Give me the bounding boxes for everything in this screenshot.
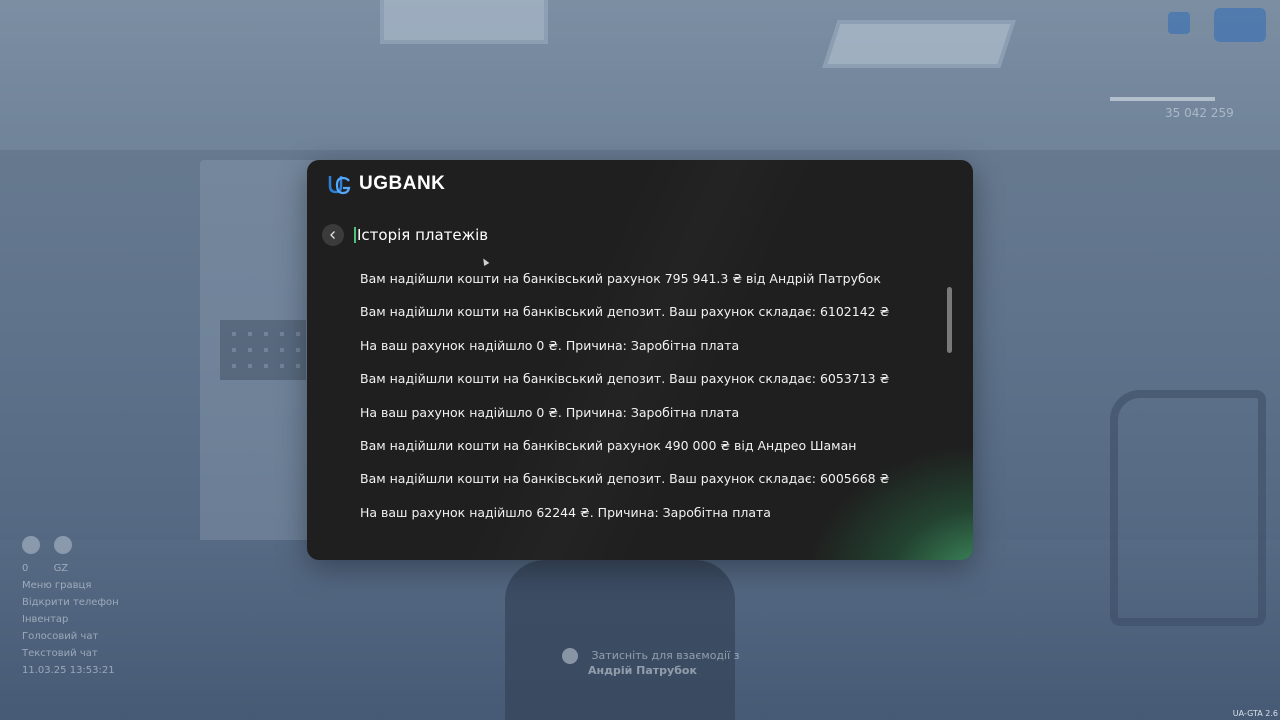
page-header: Історія платежів xyxy=(322,224,488,246)
chair xyxy=(1110,390,1266,626)
mic-icon xyxy=(22,536,40,554)
game-version: UA-GTA 2.6 xyxy=(1232,709,1278,718)
list-item: На ваш рахунок надійшло 62244 ₴. Причина… xyxy=(360,504,771,520)
list-item: Вам надійшли кошти на банківський депози… xyxy=(360,371,890,387)
key-icon xyxy=(562,648,578,664)
money-display: 35 042 259 xyxy=(1165,106,1234,120)
hud-datetime: 11.03.25 13:53:21 xyxy=(22,665,115,676)
hud-menu-item: Текстовий чат xyxy=(22,648,98,659)
gang-icon xyxy=(54,536,72,554)
interaction-prompt: Затисніть для взаємодії з Андрій Патрубо… xyxy=(562,648,739,678)
interaction-hint: Затисніть для взаємодії з xyxy=(591,649,740,662)
counter-value: 0 xyxy=(22,563,29,574)
list-item: Вам надійшли кошти на банківський рахуно… xyxy=(360,437,857,453)
hud-menu-item: Інвентар xyxy=(22,614,69,625)
hud-counter-labels: 0 GZ xyxy=(22,563,222,574)
wall-panel xyxy=(220,320,306,380)
interaction-target: Андрій Патрубок xyxy=(588,664,697,677)
brand: UGBANK xyxy=(327,172,445,196)
back-button[interactable] xyxy=(322,224,344,246)
bank-modal: UGBANK Історія платежів Вам надійшли кош… xyxy=(307,160,973,560)
list-item: Вам надійшли кошти на банківський рахуно… xyxy=(360,271,881,286)
hud-menu-item: Меню гравця xyxy=(22,580,92,591)
brand-name: UGBANK xyxy=(359,173,446,194)
hud-menu-item: Відкрити телефон xyxy=(22,597,119,608)
ugbank-logo-icon xyxy=(328,176,351,195)
transactions-list[interactable]: Вам надійшли кошти на банківський рахуно… xyxy=(360,271,930,539)
server-logo-icon xyxy=(1168,12,1190,34)
player-character xyxy=(505,560,735,720)
list-item: Вам надійшли кошти на банківський депози… xyxy=(360,471,890,487)
hud-hotkeys: 0 GZ Меню гравця Відкрити телефон Інвент… xyxy=(22,530,222,682)
hud-counters xyxy=(22,536,222,557)
hud-menu-item: Голосовий чат xyxy=(22,631,99,642)
ceiling-light xyxy=(822,20,1016,68)
health-bar xyxy=(1110,97,1215,101)
scrollbar-thumb[interactable] xyxy=(947,287,952,353)
list-item: На ваш рахунок надійшло 0 ₴. Причина: За… xyxy=(360,337,740,353)
counter-value: GZ xyxy=(53,563,69,574)
ceiling xyxy=(0,0,1280,150)
chevron-left-icon xyxy=(330,231,335,239)
list-item: Вам надійшли кошти на банківський депози… xyxy=(360,304,890,320)
page-title: Історія платежів xyxy=(354,227,488,243)
ceiling-light xyxy=(380,0,548,44)
list-item: На ваш рахунок надійшло 0 ₴. Причина: За… xyxy=(360,404,740,420)
game-logo-icon xyxy=(1214,8,1266,42)
